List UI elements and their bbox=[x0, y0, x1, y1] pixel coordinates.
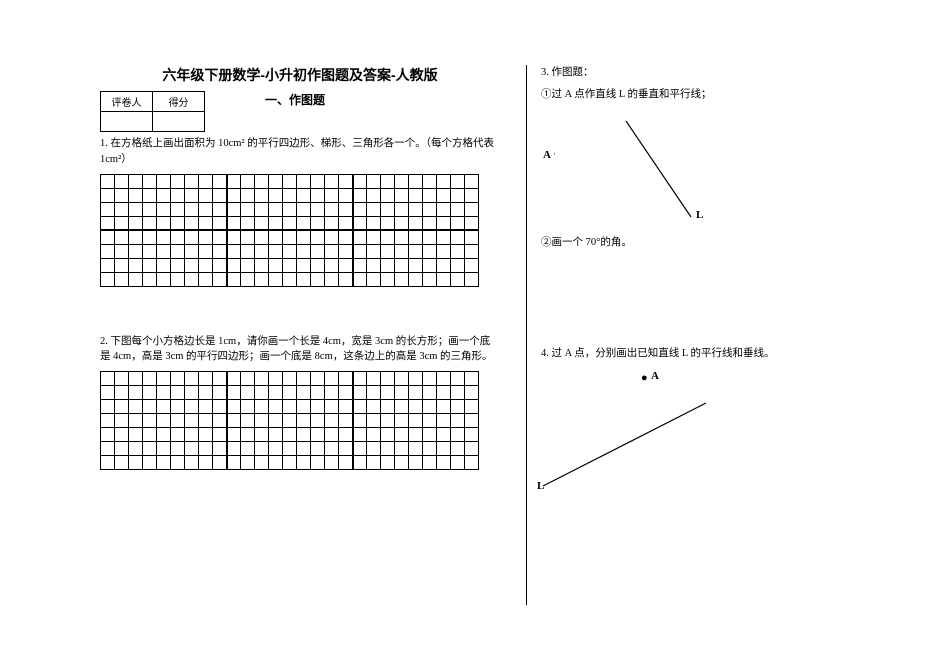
page-title: 六年级下册数学-小升初作图题及答案-人教版 bbox=[100, 65, 500, 85]
q3-label-l: L bbox=[696, 209, 703, 221]
q2-text: 2. 下图每个小方格边长是 1cm，请你画一个长是 4cm，宽是 3cm 的长方… bbox=[100, 334, 500, 366]
score-table: 评卷人 得分 bbox=[100, 91, 205, 132]
q4-diagram: ● A L bbox=[541, 368, 886, 498]
score-header-reviewer: 评卷人 bbox=[101, 92, 153, 112]
score-cell-reviewer bbox=[101, 112, 153, 132]
q1-text: 1. 在方格纸上画出面积为 10cm² 的平行四边形、梯形、三角形各一个。（每个… bbox=[100, 136, 500, 168]
score-header-score: 得分 bbox=[153, 92, 205, 112]
q3-sub1: ①过 A 点作直线 L 的垂直和平行线； bbox=[541, 87, 886, 103]
q1-grid bbox=[100, 174, 479, 287]
q3-sub2: ②画一个 70°的角。 bbox=[541, 235, 886, 251]
q4-label-l: L bbox=[537, 480, 544, 492]
score-cell-score bbox=[153, 112, 205, 132]
q2-grid bbox=[100, 371, 479, 470]
q3-title: 3. 作图题： bbox=[541, 65, 886, 81]
q4-text: 4. 过 A 点，分别画出已知直线 L 的平行线和垂线。 bbox=[541, 346, 886, 362]
q3-diagram: A · L bbox=[541, 109, 886, 229]
section-heading: 一、作图题 bbox=[265, 91, 325, 108]
